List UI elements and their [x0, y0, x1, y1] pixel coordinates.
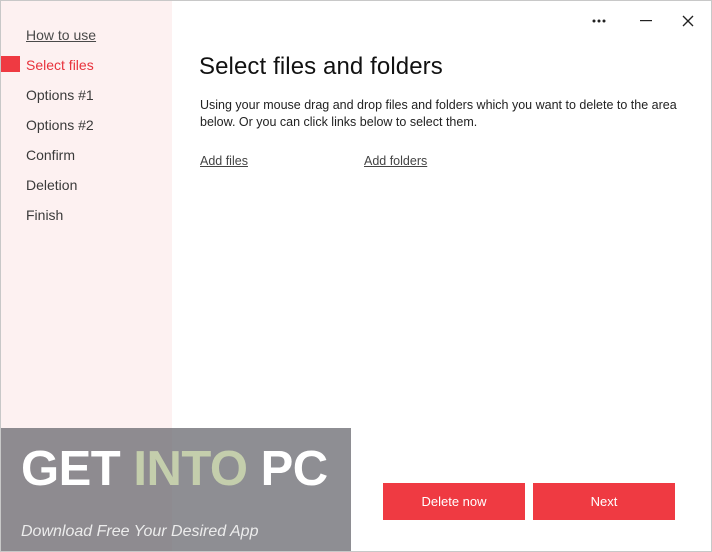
close-icon — [682, 15, 694, 27]
next-button[interactable]: Next — [533, 483, 675, 520]
more-dots-icon — [592, 19, 606, 23]
more-options-button[interactable] — [584, 9, 614, 33]
sidebar-item-options-1[interactable]: Options #1 — [26, 86, 94, 104]
watermark-tagline: Download Free Your Desired App — [21, 523, 259, 540]
sidebar-item-finish[interactable]: Finish — [26, 206, 63, 224]
add-folders-link[interactable]: Add folders — [364, 154, 427, 168]
minimize-icon — [640, 20, 652, 22]
watermark-logo-part1: GET — [21, 442, 134, 496]
watermark-logo: GET INTO PC — [21, 441, 328, 497]
close-button[interactable] — [673, 9, 703, 33]
watermark-overlay: GET INTO PC Download Free Your Desired A… — [1, 428, 351, 551]
instructions-text: Using your mouse drag and drop files and… — [200, 98, 677, 129]
watermark-logo-part3: PC — [247, 442, 329, 496]
sidebar-item-confirm[interactable]: Confirm — [26, 146, 75, 164]
add-files-link[interactable]: Add files — [200, 154, 248, 168]
watermark-logo-part2: INTO — [133, 442, 248, 496]
active-step-marker — [1, 56, 20, 72]
minimize-button[interactable] — [631, 9, 661, 33]
sidebar-item-deletion[interactable]: Deletion — [26, 176, 77, 194]
page-title: Select files and folders — [199, 53, 443, 80]
app-window: How to use Select files Options #1 Optio… — [0, 0, 712, 552]
delete-now-button[interactable]: Delete now — [383, 483, 525, 520]
sidebar-item-how-to-use[interactable]: How to use — [26, 26, 96, 44]
sidebar-item-options-2[interactable]: Options #2 — [26, 116, 94, 134]
sidebar-item-select-files[interactable]: Select files — [26, 56, 94, 74]
